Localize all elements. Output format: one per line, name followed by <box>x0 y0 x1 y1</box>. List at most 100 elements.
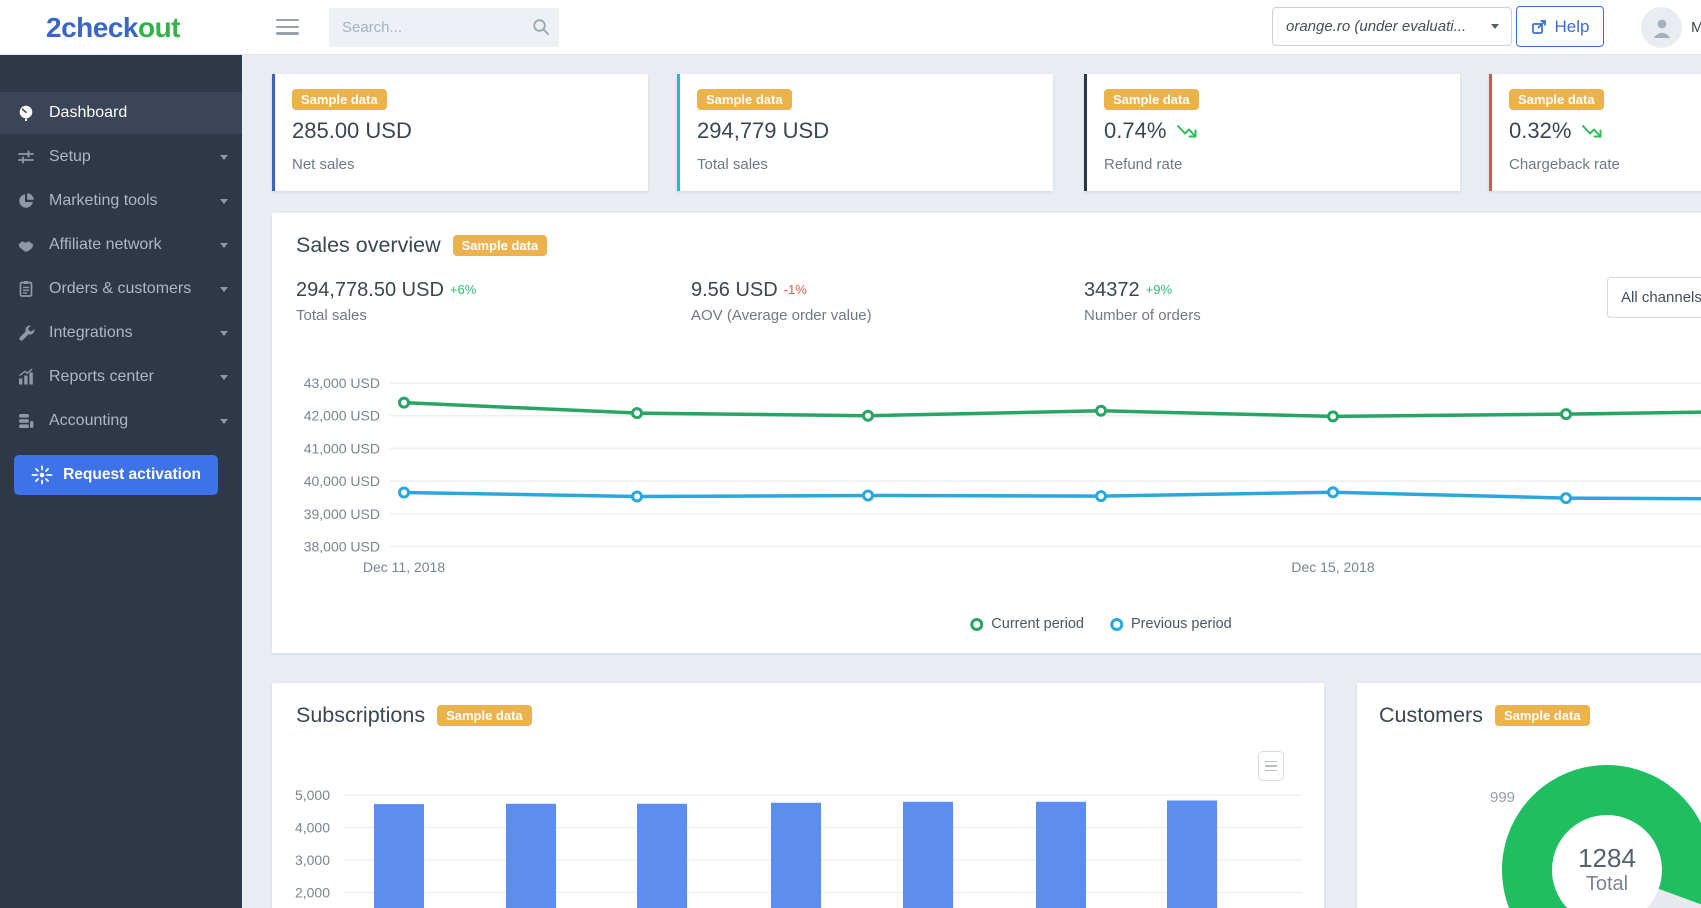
chevron-down-icon <box>220 243 228 248</box>
search-icon[interactable] <box>532 18 550 36</box>
stat-value: 294,779 USD <box>697 118 829 144</box>
legend-item-previous-period[interactable]: Previous period <box>1110 616 1232 632</box>
app-logo[interactable]: 2checkout <box>46 12 180 44</box>
stat-value: 285.00 USD <box>292 118 412 144</box>
sidebar-item-label: Reports center <box>49 368 154 386</box>
chevron-down-icon <box>220 419 228 424</box>
bar-chart-icon <box>17 368 36 386</box>
request-activation-label: Request activation <box>63 466 201 484</box>
request-activation-button[interactable]: Request activation <box>14 455 218 495</box>
chevron-down-icon <box>220 287 228 292</box>
sidebar-item-label: Setup <box>49 148 91 166</box>
stat-card-refund-rate: Sample data 0.74% Refund rate <box>1084 74 1460 191</box>
sliders-icon <box>17 148 36 166</box>
legend-marker-icon <box>1110 618 1123 631</box>
sidebar-item-marketing-tools[interactable]: Marketing tools <box>0 180 242 222</box>
sidebar-item-label: Dashboard <box>49 104 127 122</box>
sidebar-item-label: Affiliate network <box>49 236 162 254</box>
donut-slice-label: 999 <box>1490 789 1515 806</box>
search-input[interactable] <box>329 8 559 47</box>
chevron-down-icon <box>1491 24 1499 29</box>
sidebar-item-reports-center[interactable]: Reports center <box>0 356 242 398</box>
sparkle-icon <box>31 464 53 486</box>
donut-center-label: Total <box>1586 873 1628 896</box>
svg-text:Dec 11, 2018: Dec 11, 2018 <box>363 559 445 575</box>
legend-marker-icon <box>970 618 983 631</box>
stat-card-net-sales: Sample data 285.00 USD Net sales <box>272 74 648 191</box>
chart-menu-icon[interactable] <box>1258 751 1284 781</box>
chevron-down-icon <box>220 331 228 336</box>
sidebar-item-label: Orders & customers <box>49 280 191 298</box>
stat-card-chargeback-rate: Sample data 0.32% Chargeback rate <box>1489 74 1701 191</box>
stat-label: Total sales <box>697 156 768 173</box>
stat-value: 0.32% <box>1509 118 1605 144</box>
merchant-selector[interactable]: orange.ro (under evaluati... <box>1272 7 1512 46</box>
svg-text:3,000: 3,000 <box>295 852 330 868</box>
metric-total-sales: 294,778.50 USD+6% Total sales <box>296 279 476 324</box>
svg-text:41,000 USD: 41,000 USD <box>304 440 380 456</box>
topbar: 2checkout orange.ro (under evaluati... H… <box>0 0 1701 55</box>
gauge-icon <box>17 104 36 122</box>
sidebar: Dashboard Setup Marketing tools Affiliat… <box>0 55 242 908</box>
external-link-icon <box>1531 19 1547 35</box>
sidebar-item-integrations[interactable]: Integrations <box>0 312 242 354</box>
stat-label: Refund rate <box>1104 156 1182 173</box>
sidebar-item-accounting[interactable]: Accounting <box>0 400 242 442</box>
svg-text:Dec 15, 2018: Dec 15, 2018 <box>1291 559 1374 575</box>
chevron-down-icon <box>220 155 228 160</box>
metric-delta: +6% <box>450 282 476 297</box>
sample-data-badge: Sample data <box>437 705 532 726</box>
sales-line-chart: 43,000 USD 42,000 USD 41,000 USD 40,000 USD… <box>272 363 1701 608</box>
sidebar-item-affiliate-network[interactable]: Affiliate network <box>0 224 242 266</box>
svg-text:38,000 USD: 38,000 USD <box>304 539 380 555</box>
stat-value: 0.74% <box>1104 118 1200 144</box>
panel-title: Subscriptions <box>296 703 425 728</box>
search-box <box>329 8 559 47</box>
sidebar-item-label: Accounting <box>49 412 128 430</box>
svg-text:43,000 USD: 43,000 USD <box>304 375 380 391</box>
svg-text:4,000: 4,000 <box>295 820 330 836</box>
svg-text:40,000 USD: 40,000 USD <box>304 473 380 489</box>
logo-text-green: out <box>138 12 180 43</box>
help-button[interactable]: Help <box>1516 6 1604 47</box>
donut-center-value: 1284 <box>1578 843 1636 874</box>
sales-overview-panel: Sales overview Sample data 294,778.50 US… <box>272 213 1701 653</box>
subscriptions-panel: Subscriptions Sample data 5,000 4,000 3,00… <box>272 683 1324 908</box>
hamburger-menu-icon[interactable] <box>276 19 300 36</box>
trend-down-icon <box>1176 123 1200 140</box>
chart-legend: Current period Previous period <box>970 616 1231 632</box>
metric-number-of-orders: 34372+9% Number of orders <box>1084 279 1201 324</box>
sidebar-item-dashboard[interactable]: Dashboard <box>0 92 242 134</box>
help-label: Help <box>1555 17 1590 37</box>
metric-delta: +9% <box>1146 282 1172 297</box>
chevron-down-icon <box>220 375 228 380</box>
metric-delta: -1% <box>784 282 807 297</box>
pie-chart-icon <box>17 192 36 210</box>
legend-item-current-period[interactable]: Current period <box>970 616 1084 632</box>
wrench-icon <box>17 324 36 342</box>
coins-icon <box>17 412 36 430</box>
trend-down-icon <box>1581 123 1605 140</box>
stat-label: Chargeback rate <box>1509 156 1620 173</box>
svg-text:5,000: 5,000 <box>295 787 330 803</box>
clipboard-icon <box>17 280 36 298</box>
sample-data-badge: Sample data <box>1104 89 1199 110</box>
svg-text:2,000: 2,000 <box>295 885 330 901</box>
sidebar-item-setup[interactable]: Setup <box>0 136 242 178</box>
svg-text:39,000 USD: 39,000 USD <box>304 506 380 522</box>
sidebar-item-orders-customers[interactable]: Orders & customers <box>0 268 242 310</box>
sample-data-badge: Sample data <box>292 89 387 110</box>
user-name[interactable]: M <box>1691 19 1701 36</box>
sample-data-badge: Sample data <box>1509 89 1604 110</box>
customers-donut-chart <box>1357 723 1701 908</box>
sidebar-item-label: Integrations <box>49 324 133 342</box>
user-icon <box>1650 16 1674 40</box>
sample-data-badge: Sample data <box>453 235 548 256</box>
channel-filter-select[interactable]: All channels <box>1607 277 1701 318</box>
avatar[interactable] <box>1641 7 1682 48</box>
subscriptions-bar-chart: 5,000 4,000 3,000 2,000 <box>272 781 1324 908</box>
customers-panel: Customers Sample data 999 1284 Total <box>1357 683 1701 908</box>
svg-text:42,000 USD: 42,000 USD <box>304 408 380 424</box>
chevron-down-icon <box>220 199 228 204</box>
logo-text-blue: 2check <box>46 12 138 43</box>
